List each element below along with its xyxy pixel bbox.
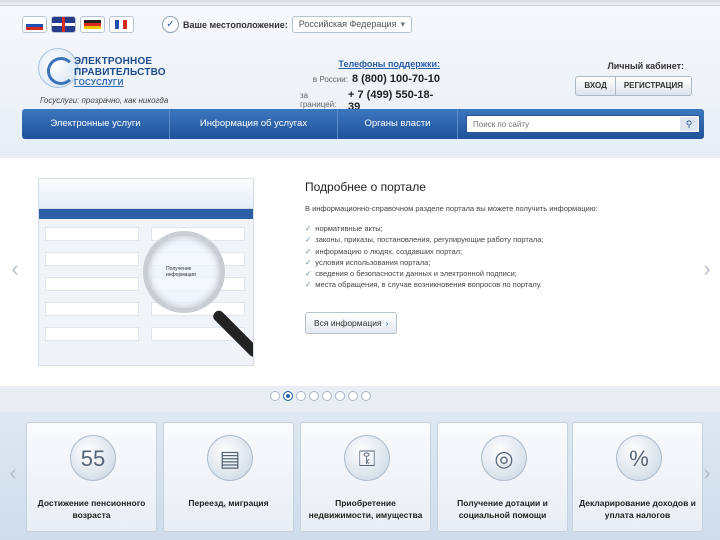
- phone-row-russia: в России: 8 (800) 100-70-10: [300, 73, 440, 85]
- search-box: ⚲: [466, 115, 700, 133]
- slider-prev-icon[interactable]: ‹: [8, 258, 22, 280]
- card-label: Приобретение недвижимости, имущества: [308, 498, 423, 520]
- check-icon: ✓: [305, 257, 312, 267]
- chevron-down-icon: ▾: [400, 19, 405, 29]
- brand-line-1: ЭЛЕКТРОННОЕ: [74, 56, 153, 67]
- slider-pagination: [0, 391, 720, 401]
- slider-dot[interactable]: [269, 391, 280, 401]
- search-input[interactable]: [467, 116, 677, 132]
- search-icon[interactable]: ⚲: [680, 117, 698, 131]
- french-flag-icon[interactable]: [109, 16, 134, 33]
- login-button[interactable]: ВХОД: [575, 76, 616, 96]
- location-value: Российская Федерация: [298, 19, 397, 29]
- check-icon: ✓: [305, 269, 312, 279]
- slider-dot[interactable]: [334, 391, 345, 401]
- location-selector: ✓ Ваше местоположение: Российская Федера…: [162, 16, 412, 33]
- support-title[interactable]: Телефоны поддержки:: [300, 59, 440, 69]
- percent-icon: %: [616, 435, 662, 481]
- check-icon: ✓: [305, 224, 312, 233]
- check-icon: ✓: [305, 235, 312, 245]
- slider-dot[interactable]: [321, 391, 332, 401]
- portal-screenshot-illustration: Получение информации: [38, 178, 254, 366]
- support-phones: Телефоны поддержки: в России: 8 (800) 10…: [300, 59, 440, 113]
- mini-header: [39, 179, 253, 209]
- list-item: ✓ информацию о людях, создавших портал;: [305, 246, 463, 256]
- german-flag-icon[interactable]: [80, 16, 105, 33]
- lens-text: Получение информации: [166, 266, 196, 278]
- russian-flag-icon[interactable]: [22, 16, 47, 33]
- location-label: Ваше местоположение:: [183, 19, 288, 30]
- phone-label: в России:: [312, 75, 348, 84]
- tagline: Госуслуги: прозрачно, как никогда: [40, 96, 169, 105]
- location-dropdown[interactable]: Российская Федерация ▾: [291, 16, 412, 33]
- all-info-label: Вся информация: [314, 318, 382, 328]
- cards-prev-icon[interactable]: ‹: [6, 462, 20, 484]
- nav-electronic-services[interactable]: Электронные услуги: [22, 109, 170, 139]
- slider-dot[interactable]: [347, 391, 358, 401]
- slider-dot[interactable]: [308, 391, 319, 401]
- phone-label: за границей:: [300, 91, 337, 109]
- card-pension[interactable]: 55 Достижение пенсионного возраста: [26, 422, 157, 532]
- slider-next-icon[interactable]: ›: [700, 258, 714, 280]
- card-label: Переезд, миграция: [188, 498, 269, 508]
- main-nav: Электронные услуги Информация об услугах…: [22, 109, 704, 139]
- list-item: ✓ сведения о безопасности данных и электр…: [305, 269, 517, 279]
- chevron-right-icon: ›: [385, 318, 389, 328]
- cabinet-title: Личный кабинет:: [607, 61, 684, 71]
- calendar-icon: 55: [70, 435, 116, 481]
- brand-line-2: ПРАВИТЕЛЬСТВО: [74, 67, 166, 78]
- slider-dot[interactable]: [282, 391, 293, 401]
- check-icon: ✓: [305, 280, 312, 290]
- list-item: ✓ условия использования портала;: [305, 257, 431, 267]
- slider-dot[interactable]: [295, 391, 306, 401]
- life-situations: ‹ › 55 Достижение пенсионного возраста ▤…: [0, 412, 720, 540]
- info-checklist: ✓ нормативные акты; ✓ законы, приказы, пос…: [305, 223, 544, 291]
- nav-service-info[interactable]: Информация об услугах: [170, 109, 338, 139]
- info-slider: ‹ › Получение информации Подробнее о пор…: [0, 158, 720, 386]
- nav-authorities[interactable]: Органы власти: [338, 109, 458, 139]
- location-pin-icon[interactable]: ✓: [162, 16, 179, 33]
- language-switcher: [22, 16, 134, 33]
- keys-icon: ⚿: [344, 435, 390, 481]
- mini-nav: [39, 209, 253, 219]
- slider-dot[interactable]: [360, 391, 371, 401]
- magnifier-icon: Получение информации: [143, 231, 225, 313]
- lifebuoy-icon: ◎: [481, 435, 527, 481]
- personal-cabinet: Личный кабинет: ВХОД РЕГИСТРАЦИЯ: [572, 61, 692, 96]
- phone-number: 8 (800) 100-70-10: [351, 73, 440, 85]
- list-item: ✓ места обращения, в случае возникновения…: [305, 280, 542, 290]
- card-label: Получение дотации и социальной помощи: [457, 498, 548, 520]
- slide-intro: В информационно-справочном разделе порта…: [305, 204, 598, 213]
- check-icon: ✓: [305, 246, 312, 256]
- list-item: ✓ законы, приказы, постановления, регулир…: [305, 235, 544, 245]
- card-social-aid[interactable]: ◎ Получение дотации и социальной помощи: [437, 422, 568, 532]
- site-header: ✓ Ваше местоположение: Российская Федера…: [0, 6, 720, 154]
- uk-flag-icon[interactable]: [51, 16, 76, 33]
- register-button[interactable]: РЕГИСТРАЦИЯ: [615, 76, 692, 96]
- brand-line-3[interactable]: ГОСУСЛУГИ: [74, 78, 124, 87]
- card-property[interactable]: ⚿ Приобретение недвижимости, имущества: [300, 422, 431, 532]
- list-item: ✓ нормативные акты;: [305, 224, 383, 233]
- card-migration[interactable]: ▤ Переезд, миграция: [163, 422, 294, 532]
- gosuslugi-logo-icon[interactable]: [38, 48, 78, 88]
- all-info-button[interactable]: Вся информация ›: [305, 312, 398, 334]
- slide-title: Подробнее о портале: [305, 180, 426, 194]
- card-label: Декларирование доходов и уплата налогов: [579, 498, 696, 520]
- card-taxes[interactable]: % Декларирование доходов и уплата налого…: [572, 422, 703, 532]
- card-label: Достижение пенсионного возраста: [37, 498, 146, 520]
- passport-icon: ▤: [207, 435, 253, 481]
